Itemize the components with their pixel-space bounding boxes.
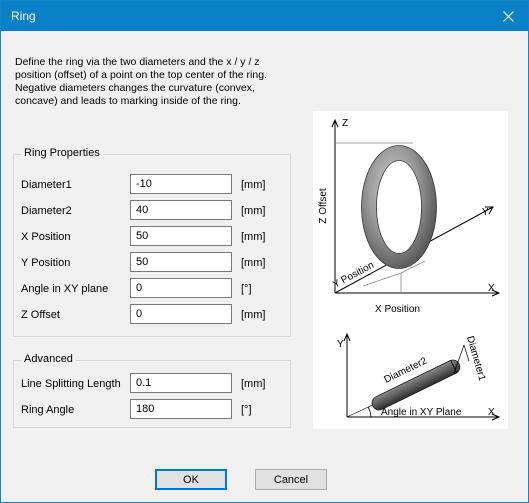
diameter2-unit: [mm] [241, 205, 266, 217]
y-position-label: Y Position [21, 257, 71, 269]
y-axis-label: Y [482, 207, 489, 218]
ring-diagram-svg: Z Z Offset X Y Y Position X Position Y X… [318, 118, 501, 421]
ring-3d-view: Z Z Offset X Y Y Position X Position [318, 118, 501, 315]
ring-angle-field[interactable] [130, 399, 232, 419]
angle-xy-field[interactable] [130, 278, 232, 298]
z-axis-label: Z [342, 118, 348, 129]
z-offset-field[interactable] [130, 304, 232, 324]
diameter1-field[interactable] [130, 174, 232, 194]
diameter1-unit: [mm] [241, 179, 266, 191]
diameter1-diagram-label: Diameter1 [464, 335, 487, 383]
line-splitting-unit: [mm] [241, 378, 266, 390]
angle-xy-diagram-label: Angle in XY Plane [381, 407, 462, 418]
window-title: Ring [11, 9, 36, 23]
ring-angle-label: Ring Angle [21, 404, 75, 416]
diameter2-field[interactable] [130, 200, 232, 220]
x-position-unit: [mm] [241, 231, 266, 243]
cancel-button[interactable]: Cancel [255, 469, 327, 490]
angle-xy-label: Angle in XY plane [21, 283, 109, 295]
diameter2-label: Diameter2 [21, 205, 72, 217]
y-position-unit: [mm] [241, 257, 266, 269]
z-offset-axis-label: Z Offset [318, 188, 329, 224]
advanced-label: Advanced [21, 353, 76, 365]
ring-dialog: Ring Define the ring via the two diamete… [0, 0, 529, 503]
z-offset-unit: [mm] [241, 309, 266, 321]
x-position-axis-label: X Position [375, 304, 420, 315]
description-text: Define the ring via the two diameters an… [15, 56, 267, 107]
ring-diagram: Z Z Offset X Y Y Position X Position Y X… [313, 111, 508, 429]
diameter1-label: Diameter1 [21, 179, 72, 191]
close-icon [502, 10, 514, 22]
z-offset-label: Z Offset [21, 309, 60, 321]
y-position-field[interactable] [130, 252, 232, 272]
ok-button[interactable]: OK [155, 469, 227, 490]
x-position-label: X Position [21, 231, 71, 243]
title-bar[interactable]: Ring [1, 1, 528, 31]
x-axis-2d-label: X [488, 407, 495, 418]
line-splitting-label: Line Splitting Length [21, 378, 121, 390]
ring-properties-label: Ring Properties [21, 147, 103, 159]
y-position-axis-label: Y Position [331, 260, 376, 291]
line-splitting-field[interactable] [130, 373, 232, 393]
angle-xy-unit: [°] [241, 283, 252, 295]
x-axis-label: X [488, 283, 495, 294]
close-button[interactable] [488, 1, 528, 31]
x-position-field[interactable] [130, 226, 232, 246]
ring-2d-view: Y X Diameter2 Diameter1 Angle in XY Plan… [337, 332, 501, 421]
y-axis-2d-label: Y [337, 339, 344, 350]
ring-angle-unit: [°] [241, 404, 252, 416]
